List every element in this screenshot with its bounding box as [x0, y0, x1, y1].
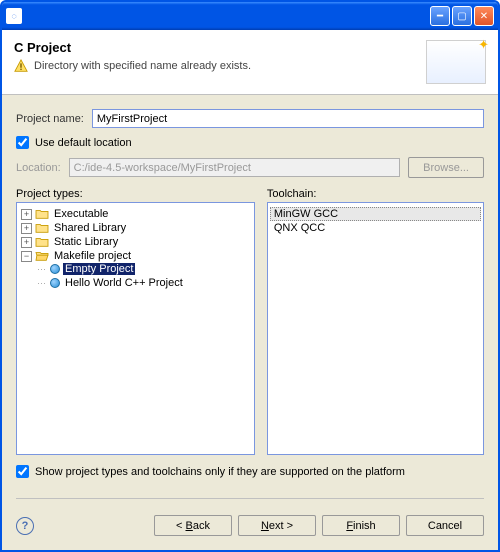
tree-item-shared-library: + Shared Library [21, 221, 252, 235]
tree-item-static-library: + Static Library [21, 235, 252, 249]
warning-text: Directory with specified name already ex… [34, 60, 251, 72]
filter-checkbox[interactable] [16, 465, 29, 478]
location-label: Location: [16, 162, 61, 174]
browse-button: Browse... [408, 157, 484, 178]
toolchain-label: Toolchain: [267, 188, 484, 200]
tree-connector: ⋯ [37, 278, 45, 289]
expand-icon[interactable]: + [21, 209, 32, 220]
use-default-location-checkbox[interactable] [16, 136, 29, 149]
finish-button[interactable]: Finish [322, 515, 400, 536]
tree-item-hello-world: ⋯ Hello World C++ Project [37, 276, 252, 290]
help-button[interactable]: ? [16, 517, 34, 535]
warning-icon [14, 59, 28, 73]
template-icon [50, 264, 60, 274]
folder-open-icon [35, 250, 49, 262]
separator [16, 498, 484, 499]
close-button[interactable]: ✕ [474, 6, 494, 26]
project-name-label: Project name: [16, 113, 84, 125]
toolchain-list[interactable]: MinGW GCC QNX QCC [267, 202, 484, 455]
wizard-content: Project name: Use default location Locat… [2, 95, 498, 550]
wizard-header: C Project Directory with specified name … [2, 30, 498, 95]
wizard-banner-icon [426, 40, 486, 84]
filter-label: Show project types and toolchains only i… [35, 466, 405, 478]
project-name-input[interactable] [92, 109, 484, 128]
expand-icon[interactable]: + [21, 223, 32, 234]
use-default-location-label: Use default location [35, 137, 132, 149]
project-types-label: Project types: [16, 188, 255, 200]
app-icon: ◌ [6, 8, 22, 24]
toolchain-item-qnx[interactable]: QNX QCC [270, 221, 481, 235]
minimize-button[interactable]: ━ [430, 6, 450, 26]
tree-item-empty-project: ⋯ Empty Project [37, 262, 252, 276]
location-input [69, 158, 400, 177]
back-button[interactable]: < Back [154, 515, 232, 536]
tree-item-makefile-project: − Makefile project ⋯ Empty Project [21, 249, 252, 291]
page-title: C Project [14, 40, 251, 55]
project-types-tree[interactable]: + Executable + Shared Library [16, 202, 255, 455]
toolchain-item-mingw[interactable]: MinGW GCC [270, 207, 481, 221]
folder-icon [35, 236, 49, 248]
collapse-icon[interactable]: − [21, 251, 32, 262]
expand-icon[interactable]: + [21, 237, 32, 248]
cancel-button[interactable]: Cancel [406, 515, 484, 536]
dialog-window: ◌ ━ ▢ ✕ C Project Directory with specifi… [0, 0, 500, 552]
folder-icon [35, 222, 49, 234]
next-button[interactable]: Next > [238, 515, 316, 536]
maximize-button[interactable]: ▢ [452, 6, 472, 26]
template-icon [50, 278, 60, 288]
titlebar[interactable]: ◌ ━ ▢ ✕ [2, 2, 498, 30]
folder-icon [35, 208, 49, 220]
tree-connector: ⋯ [37, 264, 45, 275]
tree-item-executable: + Executable [21, 207, 252, 221]
